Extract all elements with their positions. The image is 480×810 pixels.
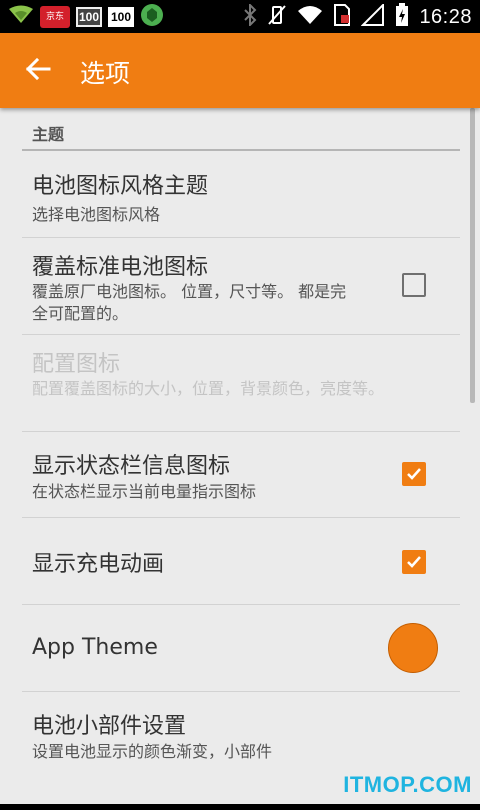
pref-title: 配置图标 (32, 352, 121, 377)
pref-configure-icon: 配置图标 配置覆盖图标的大小，位置，背景颜色，亮度等。 (22, 335, 460, 432)
status-bar-icon-checkbox[interactable] (402, 462, 426, 486)
bluetooth-icon (243, 2, 257, 30)
pref-charging-animation[interactable]: 显示充电动画 (22, 518, 460, 605)
bottom-edge (0, 804, 480, 810)
preferences-list: 主题 电池图标风格主题 选择电池图标风格 覆盖标准电池图标 覆盖原厂电池图标。 … (0, 108, 480, 810)
status-bar: 京东 100 100 16:28 (0, 0, 480, 33)
sim-error-icon (333, 3, 351, 31)
pref-summary: 设置电池显示的颜色渐变，小部件 (32, 742, 273, 761)
section-header: 主题 (22, 108, 460, 151)
pref-title: 显示状态栏信息图标 (32, 454, 231, 479)
pref-title: 电池小部件设置 (32, 714, 187, 739)
override-checkbox[interactable] (402, 273, 426, 297)
signal-icon (361, 2, 385, 30)
notification-icons: 京东 100 100 (8, 3, 164, 31)
vibrate-off-icon (267, 4, 287, 30)
section-title: 主题 (32, 125, 65, 144)
watermark: ITMOP.COM (343, 772, 472, 797)
arrow-back-icon (25, 57, 51, 85)
pref-title: 覆盖标准电池图标 (32, 255, 209, 280)
pref-override-battery-icon[interactable]: 覆盖标准电池图标 覆盖原厂电池图标。 位置，尺寸等。 都是完全可配置的。 (22, 238, 460, 335)
badge-100-icon: 100 (108, 7, 134, 27)
back-button[interactable] (18, 53, 58, 89)
app-bar: 选项 (0, 33, 480, 108)
pref-summary: 覆盖原厂电池图标。 位置，尺寸等。 都是完全可配置的。 (32, 282, 347, 323)
pref-battery-icon-theme[interactable]: 电池图标风格主题 选择电池图标风格 (22, 151, 460, 238)
badge-100-icon: 100 (76, 7, 102, 27)
pref-summary: 选择电池图标风格 (32, 205, 161, 224)
jd-app-icon: 京东 (40, 6, 70, 28)
theme-color-swatch[interactable] (388, 623, 438, 673)
clock: 16:28 (419, 5, 472, 28)
charging-animation-checkbox[interactable] (402, 550, 426, 574)
pref-summary: 配置覆盖图标的大小，位置，背景颜色，亮度等。 (32, 379, 385, 398)
pref-title: 显示充电动画 (32, 552, 165, 577)
pref-status-bar-icon[interactable]: 显示状态栏信息图标 在状态栏显示当前电量指示图标 (22, 432, 460, 518)
battery-charging-icon (395, 3, 409, 31)
pref-app-theme[interactable]: App Theme (22, 605, 460, 692)
system-icons: 16:28 (243, 2, 472, 31)
scrollbar[interactable] (470, 108, 475, 403)
wifi-icon (297, 5, 323, 29)
wifi-notify-icon (8, 5, 34, 29)
pref-title: 电池图标风格主题 (32, 174, 209, 199)
page-title: 选项 (80, 59, 131, 88)
pref-summary: 在状态栏显示当前电量指示图标 (32, 482, 257, 501)
shield-app-icon (140, 3, 164, 31)
pref-battery-widget[interactable]: 电池小部件设置 设置电池显示的颜色渐变，小部件 (22, 692, 460, 779)
pref-title: App Theme (32, 635, 158, 660)
